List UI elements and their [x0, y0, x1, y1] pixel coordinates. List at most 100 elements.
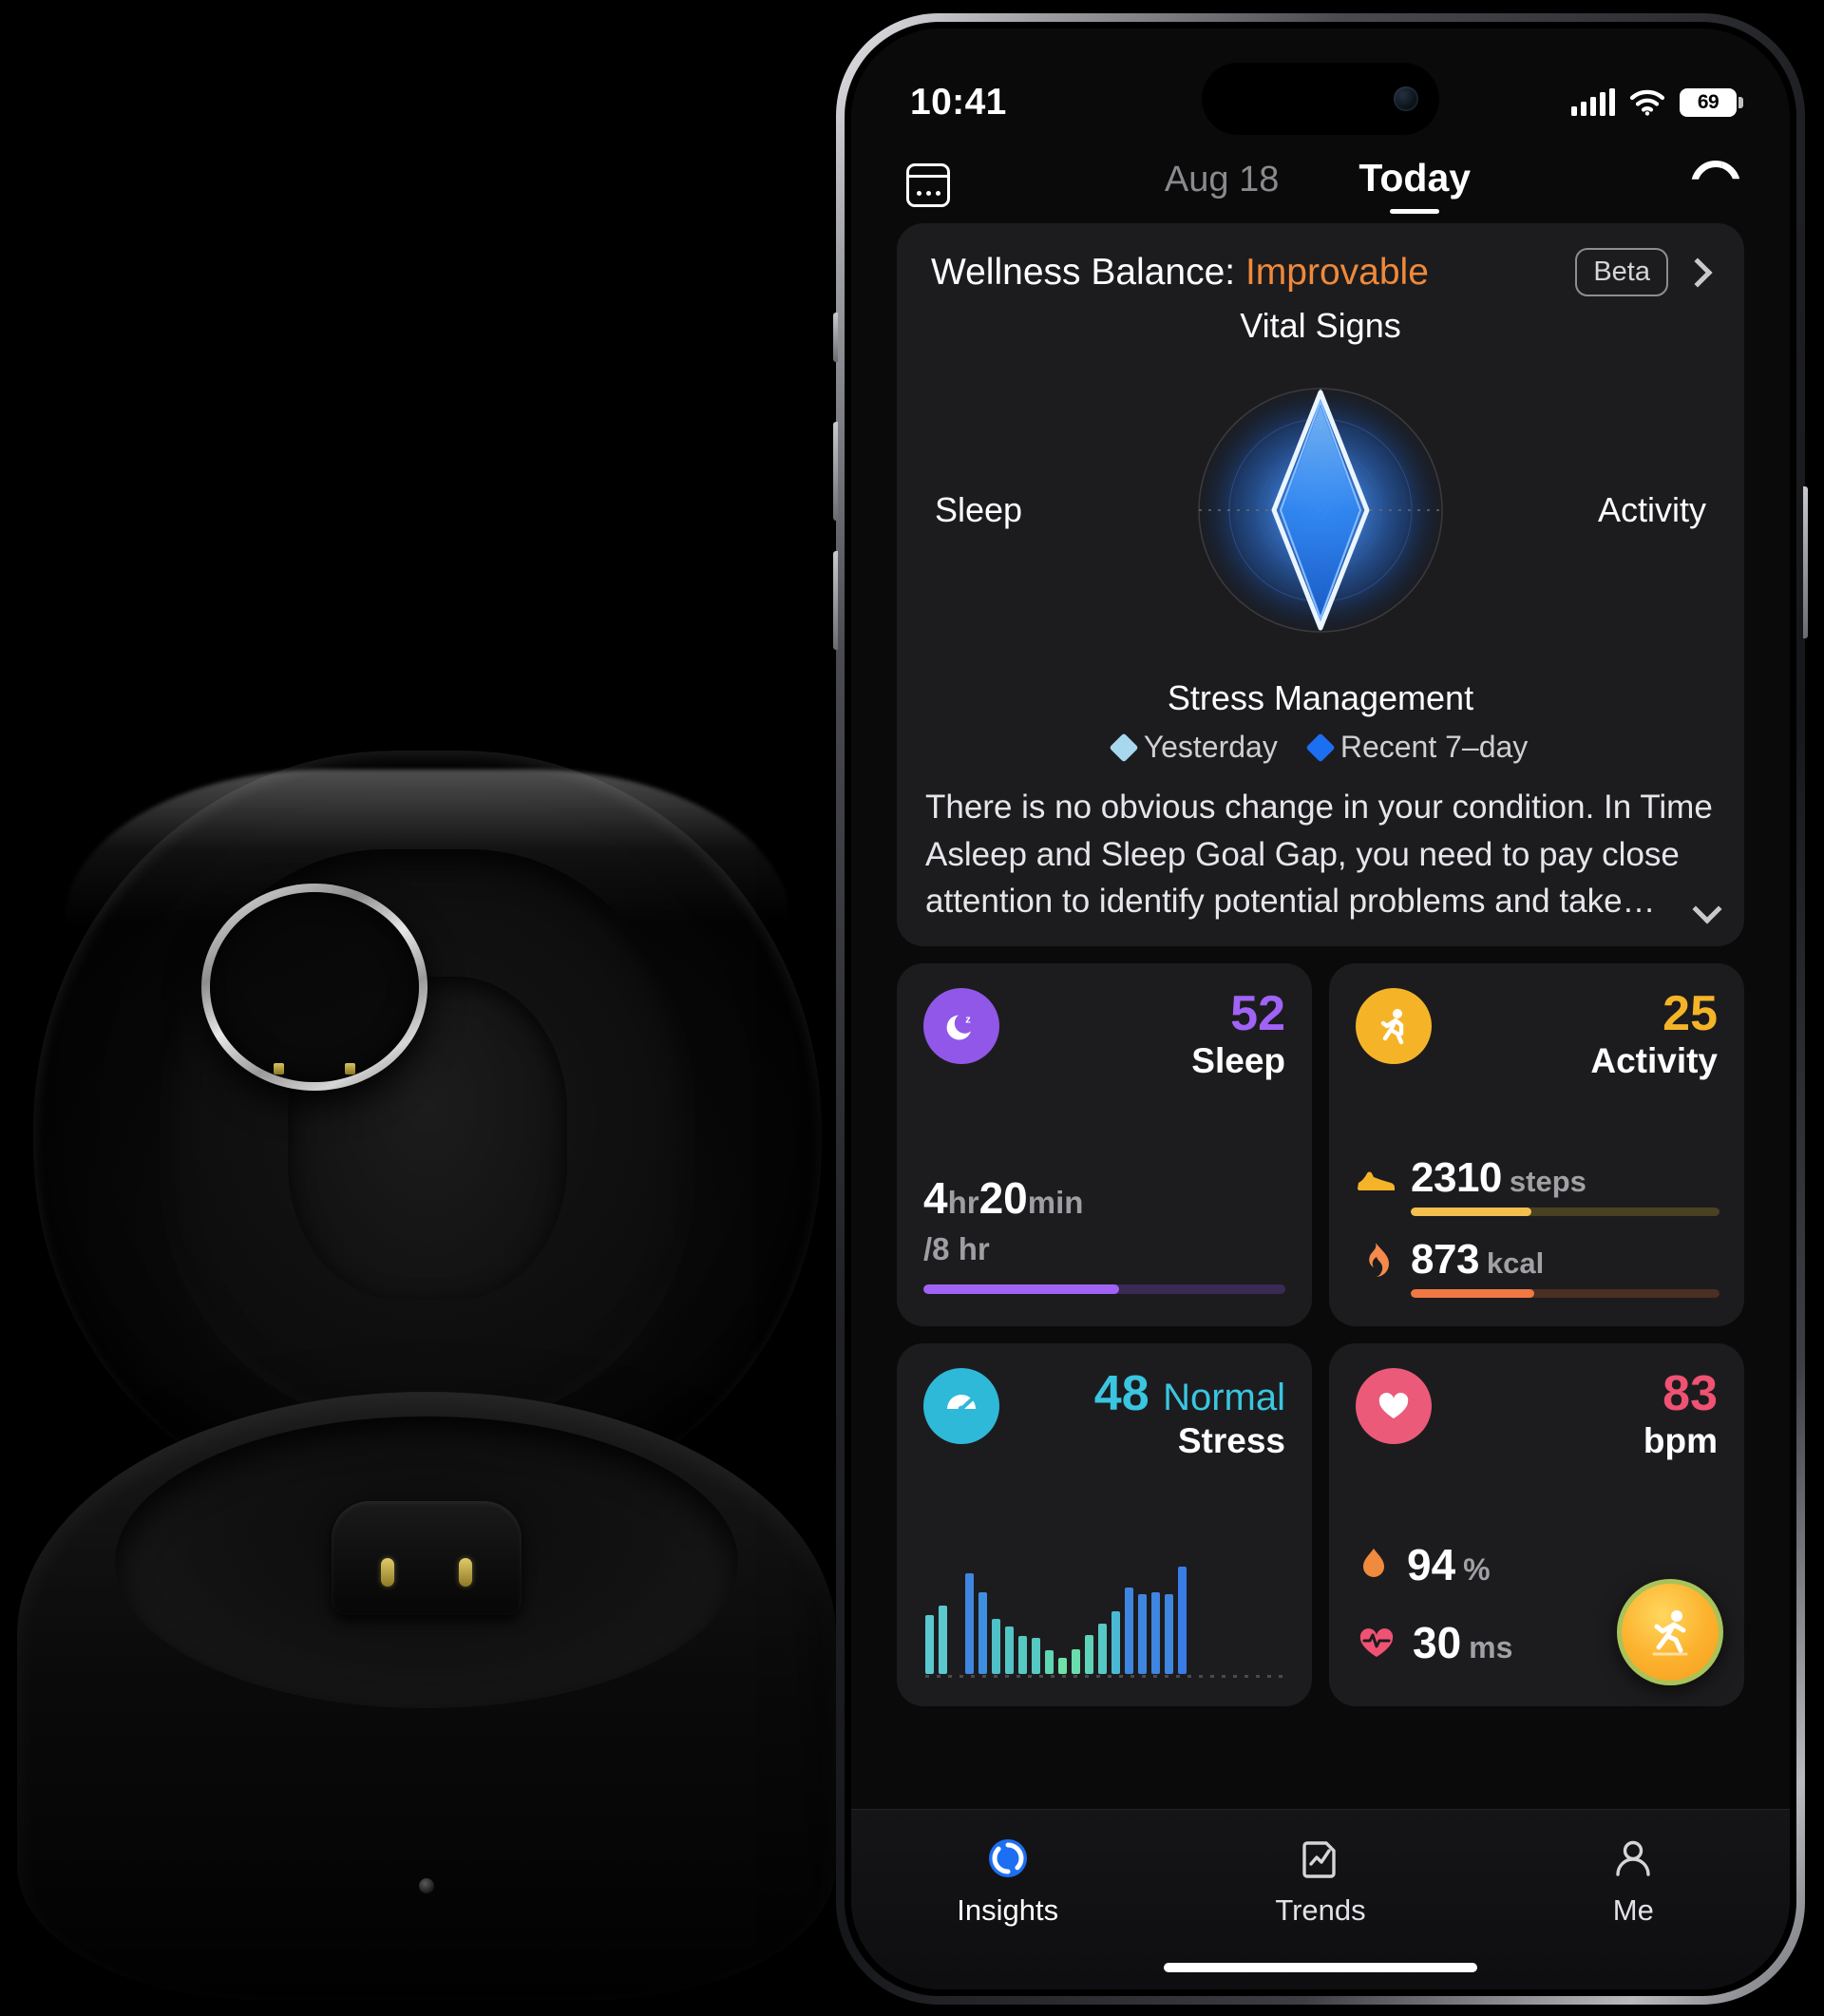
heart-rate-unit: bpm — [1643, 1421, 1718, 1461]
insights-ring-icon — [988, 1839, 1027, 1877]
wellness-status: Improvable — [1244, 251, 1429, 293]
phone-bezel: 10:41 69 Aug 18 Today Wellness Balance: … — [845, 22, 1796, 1996]
dynamic-island — [1202, 63, 1439, 135]
blood-oxygen-unit: % — [1463, 1552, 1491, 1588]
hrv-unit: ms — [1469, 1630, 1513, 1665]
tab-aug-18[interactable]: Aug 18 — [1165, 160, 1279, 214]
activity-card-label: Activity — [1590, 1041, 1718, 1081]
volume-down-button[interactable] — [833, 551, 838, 650]
wifi-icon — [1630, 89, 1664, 116]
activity-steps-value: 2310 — [1411, 1154, 1502, 1202]
case-base-screw — [419, 1878, 434, 1893]
activity-card-header: 25 Activity — [1356, 988, 1718, 1081]
phone-device: 10:41 69 Aug 18 Today Wellness Balance: … — [833, 13, 1808, 2005]
sleep-minutes-unit: min — [1027, 1185, 1084, 1221]
stress-bar-chart — [925, 1560, 1287, 1675]
stress-score-block: 48 Normal Stress — [1094, 1368, 1285, 1461]
sync-refresh-icon[interactable] — [1691, 160, 1740, 210]
wellness-description-text: There is no obvious change in your condi… — [925, 789, 1713, 921]
running-person-icon — [1356, 988, 1432, 1065]
activity-card[interactable]: 25 Activity 2310 steps 873 kcal — [1329, 963, 1744, 1327]
blood-oxygen-value: 94 — [1407, 1540, 1456, 1590]
tab-label-insights: Insights — [957, 1893, 1059, 1927]
date-tabs: Aug 18 Today — [950, 156, 1691, 214]
activity-score: 25 — [1662, 986, 1718, 1042]
stress-score-value: 48 — [1093, 1366, 1150, 1422]
sleep-card-header: z 52 Sleep — [923, 988, 1285, 1081]
heart-card-header: 83 bpm — [1356, 1368, 1718, 1461]
wellness-header: Wellness Balance: Improvable Beta — [922, 248, 1720, 296]
status-bar: 10:41 69 — [851, 29, 1790, 143]
smart-ring — [201, 884, 428, 1091]
person-profile-icon — [1616, 1840, 1651, 1876]
wellness-balance-card[interactable]: Wellness Balance: Improvable Beta Vital … — [897, 223, 1744, 947]
front-camera-icon — [1394, 86, 1418, 111]
legend-item-yesterday: Yesterday — [1109, 730, 1278, 765]
legend-label-recent-7day: Recent 7–day — [1340, 730, 1529, 764]
calendar-icon[interactable] — [906, 162, 950, 207]
tab-today[interactable]: Today — [1358, 156, 1471, 214]
sleep-score-block: 52 Sleep — [1191, 988, 1285, 1081]
home-indicator[interactable] — [1164, 1963, 1477, 1972]
power-button[interactable] — [1803, 486, 1808, 638]
moon-sleep-icon: z — [923, 988, 999, 1065]
hrv-value: 30 — [1413, 1618, 1462, 1668]
ring-charging-contacts — [274, 1063, 355, 1075]
workout-run-icon[interactable] — [1617, 1579, 1723, 1686]
sleep-goal: /8 hr — [923, 1231, 990, 1267]
stress-card[interactable]: 48 Normal Stress — [897, 1343, 1312, 1707]
status-time: 10:41 — [910, 82, 1007, 123]
heart-rate-card[interactable]: 83 bpm 94% 30 ms — [1329, 1343, 1744, 1707]
heart-rate-value: 83 — [1662, 1366, 1718, 1422]
tab-label-me: Me — [1612, 1893, 1654, 1927]
stress-card-header: 48 Normal Stress — [923, 1368, 1285, 1461]
app-screen: 10:41 69 Aug 18 Today Wellness Balance: … — [851, 29, 1790, 1989]
sleep-minutes: 20 — [978, 1173, 1028, 1224]
scroll-content: Wellness Balance: Improvable Beta Vital … — [851, 219, 1790, 1707]
tab-label-trends: Trends — [1275, 1893, 1366, 1927]
blood-oxygen-drop-icon — [1363, 1549, 1384, 1578]
tab-trends[interactable]: Trends — [1164, 1835, 1476, 1928]
battery-indicator: 69 — [1680, 88, 1743, 117]
legend-item-recent-7day: Recent 7–day — [1305, 730, 1529, 765]
wellness-title-prefix: Wellness Balance: — [931, 251, 1245, 293]
hrv-content: 30 ms — [1413, 1617, 1512, 1668]
blood-oxygen-content: 94% — [1407, 1539, 1491, 1590]
activity-score-block: 25 Activity — [1590, 988, 1718, 1081]
trends-chart-icon — [1302, 1841, 1336, 1878]
charging-dock — [332, 1501, 522, 1616]
sleep-card[interactable]: z 52 Sleep 4hr20min /8 hr — [897, 963, 1312, 1327]
stress-chart-axis — [925, 1675, 1287, 1679]
activity-kcal-unit: kcal — [1486, 1246, 1545, 1281]
legend-diamond-icon — [1305, 732, 1336, 763]
radar-axis-label-activity: Activity — [1597, 490, 1706, 529]
activity-kcal-content: 873 kcal — [1411, 1236, 1720, 1299]
tab-insights[interactable]: Insights — [851, 1835, 1164, 1928]
sneaker-icon — [1358, 1171, 1395, 1191]
wellness-description[interactable]: There is no obvious change in your condi… — [922, 784, 1722, 925]
activity-steps-unit: steps — [1509, 1165, 1586, 1199]
silent-switch[interactable] — [833, 313, 838, 362]
wellness-radar-chart: Vital Signs Activity Stress Management S… — [922, 306, 1720, 717]
legend-label-yesterday: Yesterday — [1143, 730, 1278, 764]
status-indicators: 69 — [1571, 88, 1743, 117]
blood-oxygen-row: 94% — [1358, 1539, 1491, 1590]
heart-icon — [1356, 1368, 1432, 1445]
activity-steps-bar — [1411, 1208, 1720, 1217]
radar-axis-label-vital-signs: Vital Signs — [1240, 306, 1401, 345]
sleep-hours-unit: hr — [947, 1185, 979, 1221]
sleep-score: 52 — [1230, 986, 1285, 1042]
metric-card-grid: z 52 Sleep 4hr20min /8 hr 25 Activity 23… — [897, 963, 1744, 1707]
radar-svg — [1198, 388, 1443, 633]
flame-icon — [1369, 1243, 1389, 1278]
volume-up-button[interactable] — [833, 422, 838, 521]
wellness-title: Wellness Balance: Improvable — [931, 252, 1562, 294]
legend-diamond-icon — [1109, 732, 1139, 763]
activity-kcal-value: 873 — [1411, 1236, 1479, 1284]
tab-me[interactable]: Me — [1477, 1835, 1790, 1928]
stress-score: 48 Normal — [1094, 1368, 1285, 1419]
activity-steps-content: 2310 steps — [1411, 1154, 1720, 1217]
sleep-progress-bar — [923, 1284, 1285, 1295]
app-navbar: Aug 18 Today — [851, 143, 1790, 219]
chevron-right-icon[interactable] — [1682, 257, 1713, 288]
